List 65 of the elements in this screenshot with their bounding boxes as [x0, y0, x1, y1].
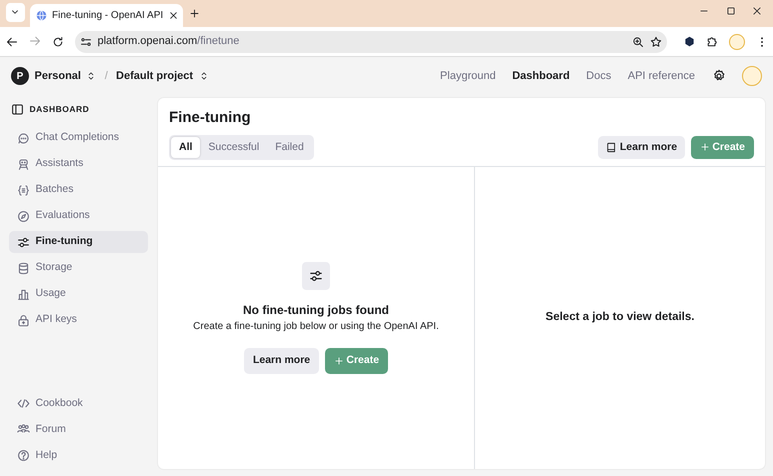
sidebar-panel-icon[interactable]	[11, 103, 24, 116]
breadcrumb-separator: /	[104, 68, 108, 84]
help-icon	[17, 449, 30, 462]
sidebar-item[interactable]: Forum	[9, 418, 148, 440]
plus-icon	[334, 356, 344, 366]
bar-chart-icon	[17, 288, 30, 301]
page-title: Fine-tuning	[169, 108, 252, 128]
sidebar-item[interactable]: Help	[9, 444, 148, 466]
tab-title: Fine-tuning - OpenAI API	[52, 9, 164, 23]
book-icon	[606, 142, 618, 153]
sidebar-item[interactable]: Chat Completions	[9, 127, 148, 150]
sidebar-item[interactable]: Usage	[9, 283, 148, 306]
nav-link[interactable]: Dashboard	[512, 68, 570, 84]
sidebar-item[interactable]: Batches	[9, 179, 148, 202]
sidebar-heading: DASHBOARD	[30, 103, 90, 116]
settings-icon[interactable]	[712, 69, 726, 83]
learn-more-button[interactable]: Learn more	[244, 348, 320, 374]
sidebar-item[interactable]: Evaluations	[9, 205, 148, 228]
site-info-icon[interactable]	[80, 36, 92, 48]
sidebar-item[interactable]: Storage	[9, 257, 148, 280]
empty-detail-message: Select a job to view details.	[546, 310, 694, 326]
browser-tab[interactable]: Fine-tuning - OpenAI API	[30, 4, 183, 27]
address-bar[interactable]: platform.openai.com/finetune	[74, 30, 667, 52]
learn-more-button[interactable]: Learn more	[598, 136, 686, 160]
filter-tab[interactable]: All	[171, 136, 200, 158]
plus-icon	[700, 142, 710, 152]
extension-hexagon-icon[interactable]	[684, 36, 694, 47]
chevron-updown-icon[interactable]	[86, 71, 96, 81]
back-icon[interactable]	[6, 36, 18, 48]
new-tab-icon[interactable]	[188, 8, 200, 20]
close-window-icon[interactable]	[752, 6, 762, 16]
close-icon[interactable]	[168, 11, 178, 20]
puzzle-icon[interactable]	[706, 36, 718, 48]
empty-state-title: No fine-tuning jobs found	[243, 302, 389, 320]
zoom-icon[interactable]	[632, 36, 644, 48]
nav-link[interactable]: Docs	[586, 68, 612, 84]
compass-icon	[17, 210, 30, 223]
lock-icon	[17, 314, 30, 327]
sidebar-item[interactable]: Assistants	[9, 153, 148, 176]
nav-link[interactable]: API reference	[628, 68, 695, 84]
nav-link[interactable]: Playground	[440, 68, 496, 84]
sidebar-item[interactable]: Cookbook	[9, 392, 148, 414]
globe-icon	[36, 10, 46, 21]
sliders-icon	[309, 269, 323, 284]
create-button[interactable]: Create	[690, 136, 754, 160]
chat-bubble-icon	[17, 132, 30, 145]
maximize-icon[interactable]	[726, 6, 736, 16]
sliders-icon	[17, 236, 30, 249]
project-switcher[interactable]: Default project	[116, 68, 194, 84]
create-button[interactable]: Create	[324, 348, 388, 374]
code-icon	[17, 397, 30, 410]
reload-icon[interactable]	[52, 36, 64, 48]
filter-tab[interactable]: Successful	[200, 136, 268, 158]
org-switcher[interactable]: Personal	[34, 68, 81, 84]
url-text: platform.openai.com/finetune	[98, 34, 240, 50]
sidebar-item[interactable]: Fine-tuning	[9, 231, 148, 254]
braces-icon	[17, 184, 30, 197]
star-icon[interactable]	[650, 36, 662, 48]
filter-tab[interactable]: Failed	[267, 136, 312, 158]
org-avatar[interactable]: P	[11, 67, 29, 85]
robot-icon	[17, 158, 30, 171]
empty-state-text: Create a fine-tuning job below or using the OpenAI API.	[193, 320, 439, 334]
database-icon	[17, 262, 30, 275]
chevron-updown-icon[interactable]	[198, 71, 209, 81]
sidebar-item[interactable]: API keys	[9, 309, 148, 332]
